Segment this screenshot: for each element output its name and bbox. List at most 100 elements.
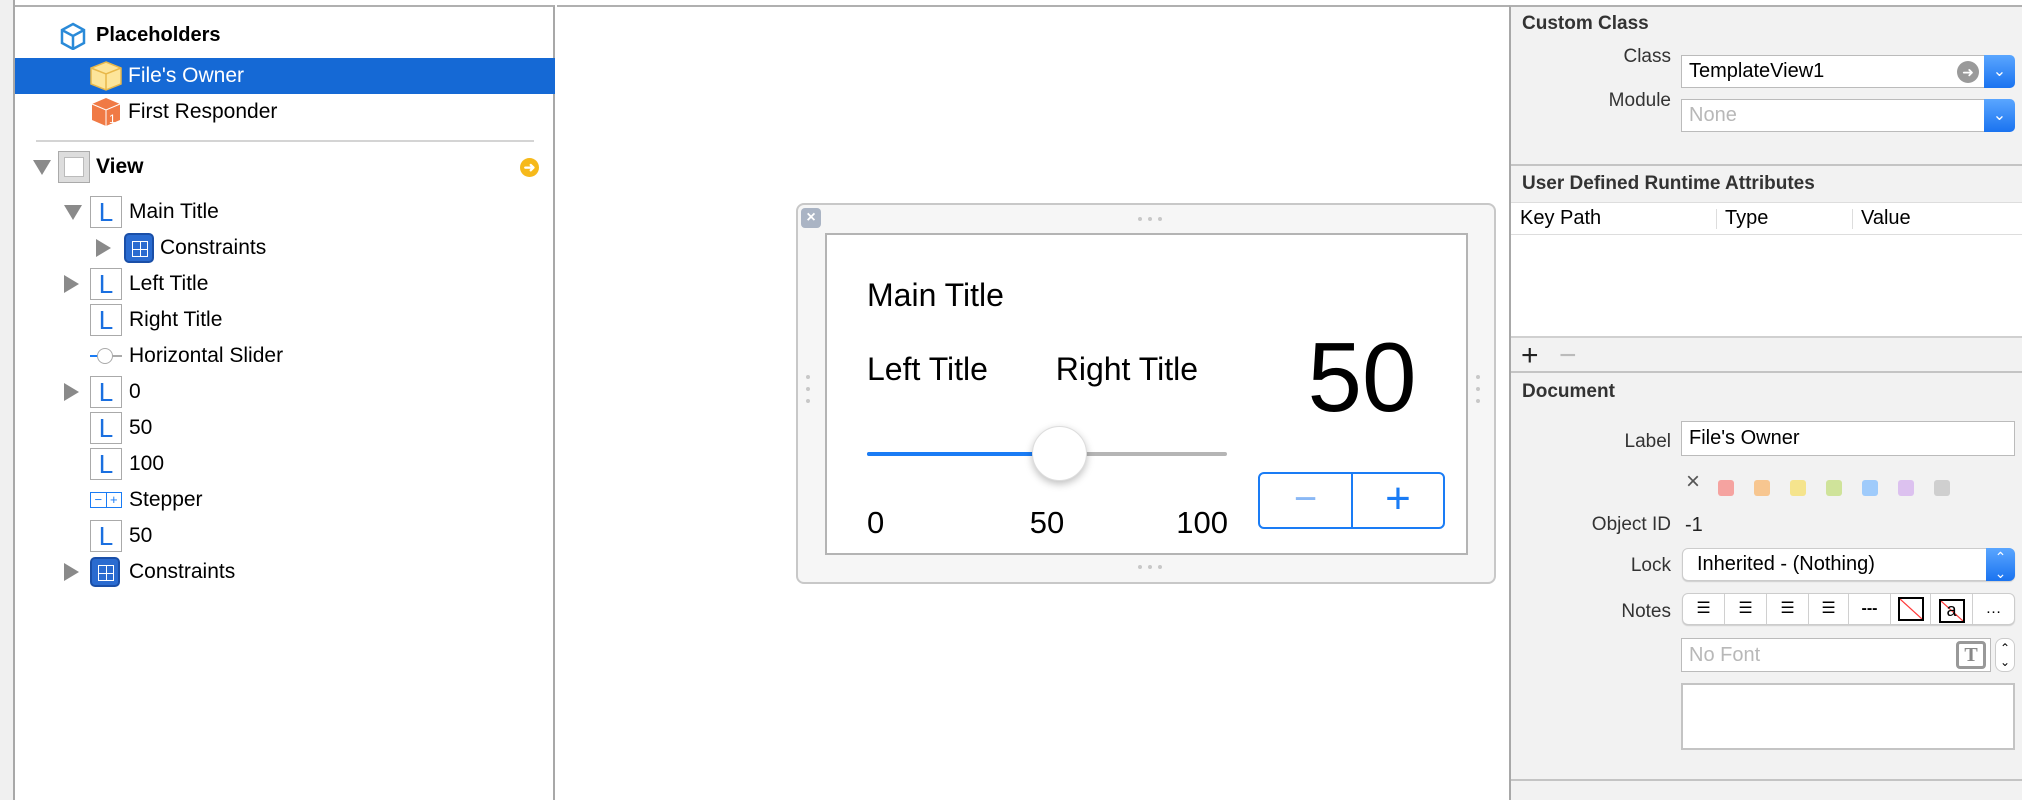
disclosure-expanded-icon[interactable] (64, 205, 82, 220)
disclosure-collapsed-icon[interactable] (64, 383, 79, 401)
outline-item[interactable]: L 50 (15, 410, 555, 446)
stepper-decrement-button[interactable]: − (1260, 474, 1353, 527)
main-title-label: Main Title (867, 277, 1004, 313)
module-field[interactable]: None (1681, 99, 1986, 132)
align-center-icon[interactable]: ☰ (1725, 594, 1767, 624)
module-dropdown-button[interactable]: ⌄ (1984, 99, 2015, 132)
outline-item-label: File's Owner (128, 64, 245, 87)
outline-item-label: Left Title (129, 272, 209, 295)
notes-text-area[interactable] (1681, 683, 2015, 750)
outline-item-first-responder[interactable]: 1 First Responder (15, 94, 555, 130)
close-icon[interactable]: × (801, 208, 821, 228)
chevron-down-icon: ⌄ (1992, 107, 2007, 124)
text-background-icon[interactable]: a (1931, 594, 1973, 624)
left-title-label: Left Title (867, 351, 988, 387)
outline-item[interactable]: L 50 (15, 518, 555, 554)
label-color-swatch[interactable] (1934, 480, 1950, 496)
slider-thumb[interactable] (1031, 426, 1087, 481)
stepper[interactable]: − + (1258, 472, 1445, 529)
class-field[interactable]: TemplateView1 ➜ (1681, 55, 1986, 88)
section-divider (1511, 779, 2022, 781)
outline-item[interactable]: L Right Title (15, 302, 555, 338)
label-icon: L (90, 376, 122, 408)
table-header: Key Path Type Value (1511, 203, 2022, 235)
outline-item-label: Main Title (129, 200, 219, 223)
dashes-icon[interactable]: --- (1849, 594, 1891, 624)
outline-item[interactable]: Horizontal Slider (15, 338, 555, 374)
column-key-path[interactable]: Key Path (1520, 203, 1601, 234)
label-color-swatch[interactable] (1898, 480, 1914, 496)
remove-attribute-button[interactable]: − (1559, 339, 1577, 373)
disclosure-expanded-icon[interactable] (33, 160, 51, 175)
label-icon: L (90, 412, 122, 444)
label-color-swatch[interactable] (1754, 480, 1770, 496)
outline-item-label: Right Title (129, 308, 223, 331)
outline-item[interactable]: Constraints (15, 554, 555, 590)
slider-min-label: 0 (867, 505, 885, 540)
add-attribute-button[interactable]: + (1521, 339, 1539, 373)
column-type[interactable]: Type (1725, 203, 1768, 234)
outline-item-files-owner[interactable]: File's Owner (15, 58, 555, 94)
label-color-swatch[interactable] (1718, 480, 1734, 496)
align-left-icon[interactable]: ☰ (1683, 594, 1725, 624)
class-dropdown-button[interactable]: ⌄ (1984, 55, 2015, 88)
label-color-swatch[interactable] (1826, 480, 1842, 496)
label-icon: L (90, 268, 122, 300)
more-options-icon[interactable]: … (1973, 594, 2014, 624)
value-display-label: 50 (1307, 322, 1417, 432)
template-view[interactable]: Main Title Left Title Right Title 50 0 5… (825, 233, 1468, 555)
outline-item[interactable]: L Left Title (15, 266, 555, 302)
section-divider (1511, 164, 2022, 166)
stepper-increment-button[interactable]: + (1353, 474, 1443, 527)
custom-class-heading: Custom Class (1522, 13, 1649, 34)
disclosure-collapsed-icon[interactable] (96, 239, 111, 257)
warning-arrow-icon[interactable]: ➜ (520, 158, 539, 177)
slider-icon (90, 348, 122, 364)
label-icon: L (90, 196, 122, 228)
font-placeholder: No Font (1689, 644, 1761, 666)
left-edge-strip (0, 0, 15, 800)
justify-icon[interactable]: ☰ (1809, 594, 1849, 624)
lock-popup[interactable]: Inherited - (Nothing) ⌃ ⌄ (1682, 548, 2015, 581)
label-label: Label (1624, 431, 1672, 452)
slider-max-label: 100 (1176, 505, 1228, 540)
interface-builder-canvas: × Main Title Left Title Right Title 50 0… (557, 5, 1509, 800)
no-color-icon[interactable] (1891, 594, 1931, 624)
outline-item-label: 0 (129, 380, 141, 403)
outline-item[interactable]: L Main Title (15, 194, 555, 230)
font-size-stepper[interactable]: ⌃ ⌄ (1995, 638, 2015, 672)
object-id-value: -1 (1685, 514, 1703, 536)
column-value[interactable]: Value (1861, 203, 1911, 234)
outline-separator (36, 140, 534, 142)
align-right-icon[interactable]: ☰ (1767, 594, 1809, 624)
clear-color-button[interactable]: × (1686, 469, 1700, 495)
outline-item-view[interactable]: View ➜ (15, 149, 555, 185)
outline-item-label: First Responder (128, 100, 278, 123)
chevron-down-icon: ⌄ (1992, 63, 2007, 80)
document-label-field[interactable]: File's Owner (1681, 421, 2015, 456)
font-field[interactable]: No Font T (1681, 638, 1991, 672)
class-label: Class (1623, 46, 1671, 67)
slider-fill (867, 452, 1047, 456)
disclosure-collapsed-icon[interactable] (64, 563, 79, 581)
outline-item[interactable]: L0 (15, 374, 555, 410)
outline-item-label: Horizontal Slider (129, 344, 284, 367)
lock-value: Inherited - (Nothing) (1697, 553, 1875, 575)
outline-item-label: Stepper (129, 488, 203, 511)
outline-item[interactable]: L 100 (15, 446, 555, 482)
runtime-attributes-heading: User Defined Runtime Attributes (1522, 173, 1815, 194)
go-to-class-arrow-icon[interactable]: ➜ (1957, 61, 1979, 83)
label-icon: L (90, 448, 122, 480)
slider-value-label: 50 (1029, 505, 1065, 540)
label-color-swatch[interactable] (1862, 480, 1878, 496)
lock-label: Lock (1630, 555, 1671, 576)
runtime-attributes-table[interactable]: Key Path Type Value (1511, 202, 2022, 336)
notes-label: Notes (1621, 601, 1671, 622)
disclosure-collapsed-icon[interactable] (64, 275, 79, 293)
first-responder-cube-icon: 1 (91, 98, 121, 126)
outline-item[interactable]: − + Stepper (15, 482, 555, 518)
placeholders-cube-icon (60, 22, 86, 50)
label-color-swatch[interactable] (1790, 480, 1806, 496)
font-picker-icon[interactable]: T (1956, 641, 1986, 669)
outline-item[interactable]: Constraints (15, 230, 555, 266)
